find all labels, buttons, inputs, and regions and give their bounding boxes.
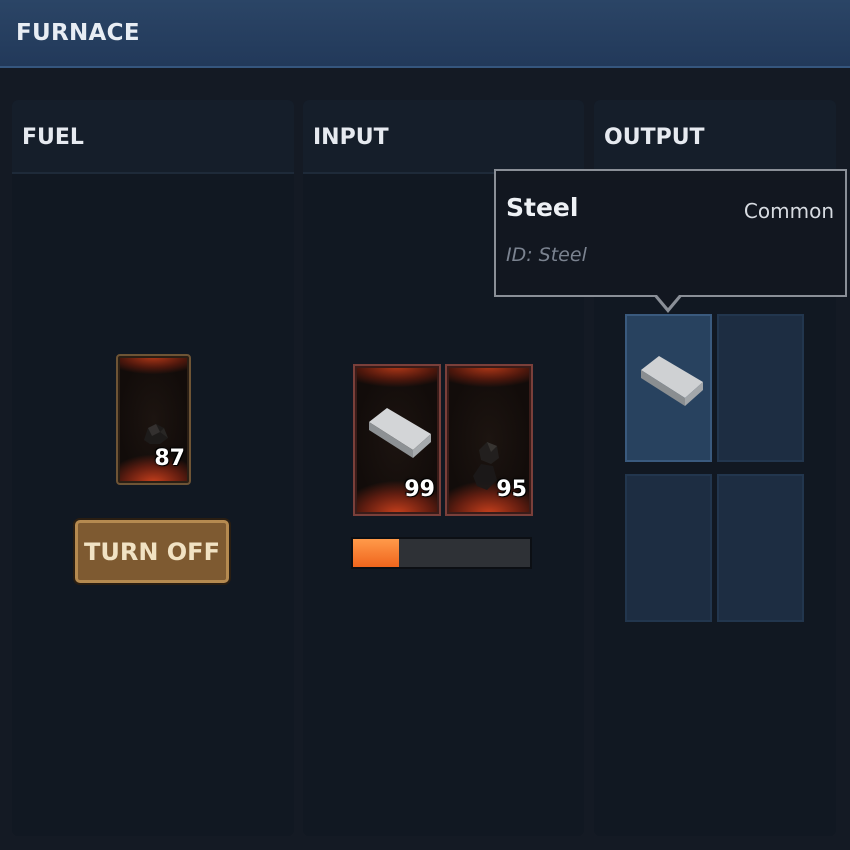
coal-icon: [138, 414, 174, 450]
input-panel-header: INPUT: [303, 100, 584, 174]
steel-bar-icon: [365, 400, 433, 460]
fuel-panel-header: FUEL: [12, 100, 294, 174]
input-slot-1[interactable]: 99: [353, 364, 441, 516]
fuel-slot[interactable]: 87: [116, 354, 191, 485]
input-slot-1-count: 99: [404, 477, 435, 502]
fuel-panel: FUEL 87 TURN OFF: [12, 100, 294, 836]
input-slot-2[interactable]: 95: [445, 364, 533, 516]
fuel-count: 87: [154, 446, 185, 471]
input-title: INPUT: [313, 125, 389, 150]
smelt-progress-bar: [351, 537, 532, 569]
turn-off-button[interactable]: TURN OFF: [75, 520, 229, 583]
window-title: FURNACE: [16, 20, 140, 46]
title-bar: FURNACE: [0, 0, 850, 68]
output-title: OUTPUT: [604, 125, 705, 150]
input-slot-2-count: 95: [496, 477, 527, 502]
output-panel-header: OUTPUT: [594, 100, 836, 174]
tooltip-item-id: ID: Steel: [506, 244, 587, 266]
fuel-title: FUEL: [22, 125, 84, 150]
tooltip-item-name: Steel: [506, 193, 579, 222]
output-slot-4[interactable]: [717, 474, 804, 622]
smelt-progress-fill: [353, 539, 400, 567]
output-slot-2[interactable]: [717, 314, 804, 462]
item-tooltip: Steel Common ID: Steel: [494, 169, 847, 313]
steel-bar-icon: [637, 348, 705, 408]
output-slot-3[interactable]: [625, 474, 712, 622]
output-slot-1[interactable]: [625, 314, 712, 462]
tooltip-rarity: Common: [743, 199, 834, 223]
